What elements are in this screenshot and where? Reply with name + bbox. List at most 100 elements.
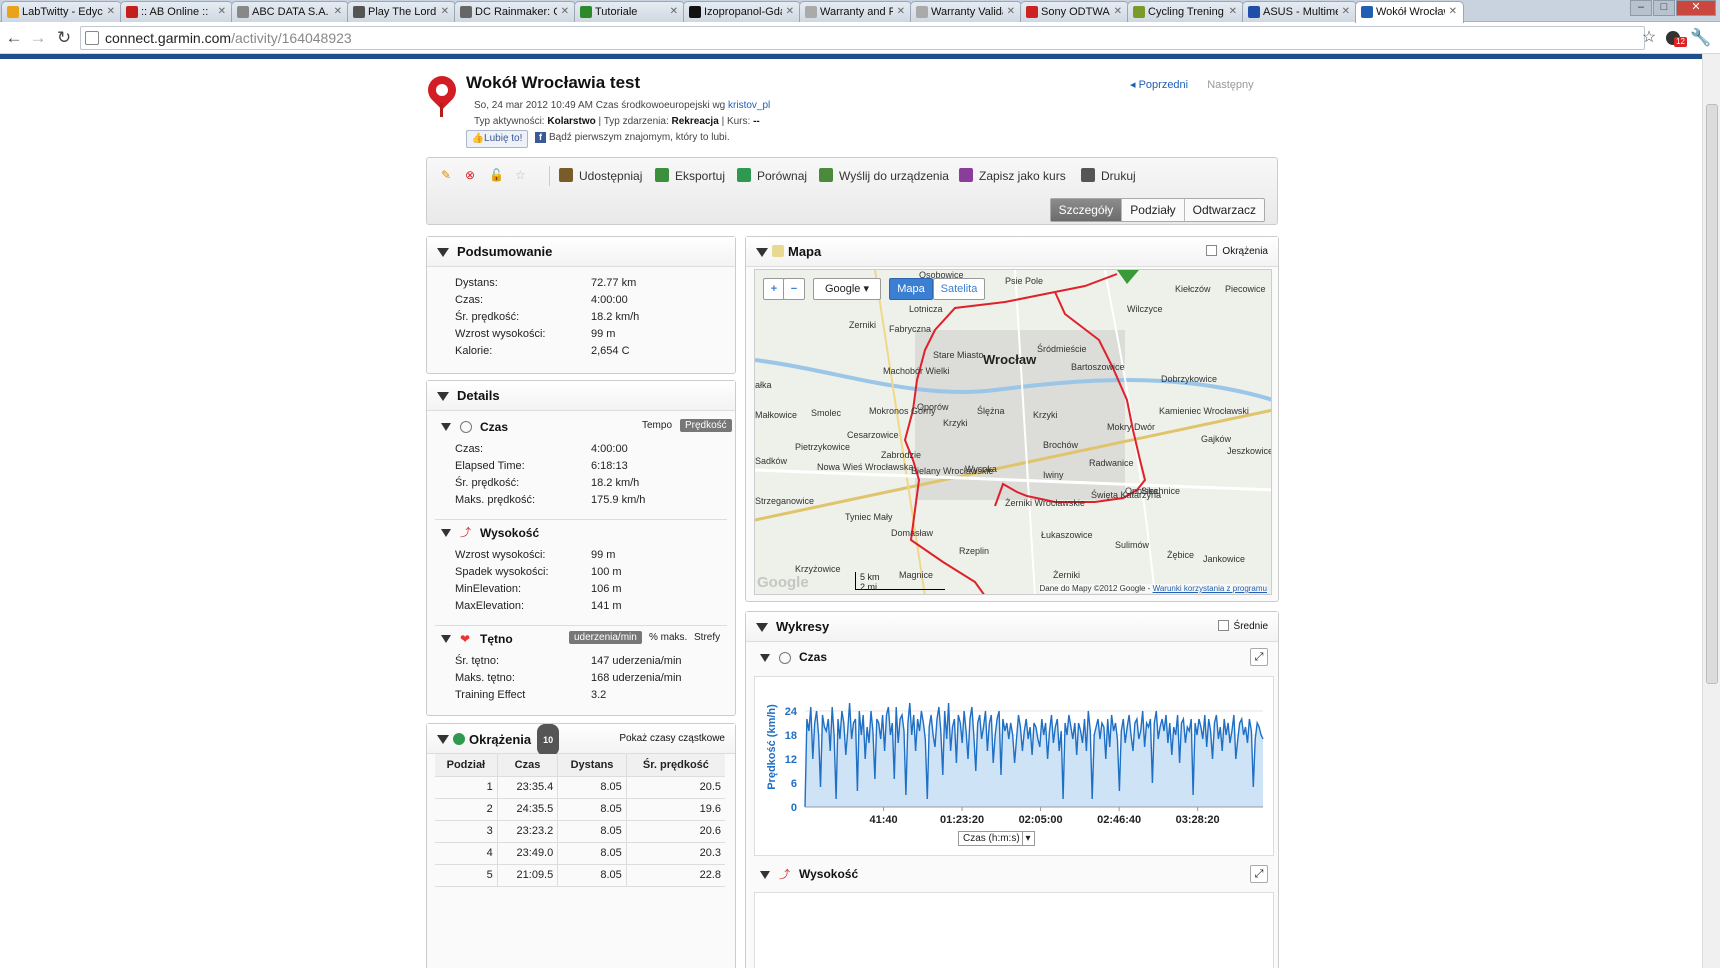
browser-tab[interactable]: Wokół Wrocławi ✕ xyxy=(1355,1,1464,23)
percent-max-toggle[interactable]: % maks. xyxy=(644,631,692,644)
address-bar[interactable]: connect.garmin.com/activity/164048923 xyxy=(80,26,1645,50)
collapse-triangle-icon[interactable] xyxy=(437,735,449,744)
column-header[interactable]: Dystans xyxy=(557,754,627,777)
tab-close-icon[interactable]: ✕ xyxy=(1114,2,1122,22)
tab-player[interactable]: Odtwarzacz xyxy=(1185,199,1264,221)
charts-header[interactable]: Wykresy Średnie xyxy=(746,612,1278,642)
laps-header[interactable]: Okrążenia 10 Pokaż czasy cząstkowe xyxy=(427,724,735,756)
collapse-triangle-icon[interactable] xyxy=(756,248,768,257)
x-axis-selector[interactable]: Czas (h:m:s) ▾ xyxy=(958,831,1036,846)
collapse-triangle-icon[interactable] xyxy=(756,623,768,632)
tab-close-icon[interactable]: ✕ xyxy=(786,2,794,22)
previous-link[interactable]: ◂ Poprzedni xyxy=(1130,79,1188,91)
zoom-out-button[interactable]: − xyxy=(783,278,805,300)
tab-close-icon[interactable]: ✕ xyxy=(1229,2,1237,22)
table-row[interactable]: 4 23:49.0 8.05 20.3 xyxy=(435,842,725,865)
tab-close-icon[interactable]: ✕ xyxy=(561,2,569,22)
export-button[interactable]: Eksportuj xyxy=(655,168,725,183)
route-map[interactable]: Osobowice Psie Pole Kiełczów Piecowice Wilcz… xyxy=(754,269,1272,595)
show-splits-link[interactable]: Pokaż czasy cząstkowe xyxy=(619,724,725,754)
tab-details[interactable]: Szczegóły xyxy=(1050,199,1123,221)
checkbox-box[interactable] xyxy=(1217,620,1229,631)
close-window-button[interactable]: ✕ xyxy=(1676,0,1716,16)
tab-close-icon[interactable]: ✕ xyxy=(218,2,226,22)
expand-icon[interactable]: ⤢ xyxy=(1250,865,1268,883)
details-header[interactable]: Details xyxy=(427,381,735,411)
map-provider-select[interactable]: Google ▾ xyxy=(813,278,881,300)
back-icon[interactable]: ← xyxy=(3,27,25,49)
maximize-button[interactable]: □ xyxy=(1653,0,1675,16)
browser-tab[interactable]: Tutoriale ✕ xyxy=(574,1,685,22)
bookmark-star-icon[interactable]: ☆ xyxy=(1638,27,1660,49)
favorite-star-icon[interactable]: ☆ xyxy=(515,168,526,182)
browser-tab[interactable]: Izopropanol-Gda ✕ xyxy=(683,1,801,22)
browser-tab[interactable]: DC Rainmaker: C ✕ xyxy=(454,1,576,22)
activity-title[interactable]: Wokół Wrocławia test xyxy=(466,73,640,93)
tab-close-icon[interactable]: ✕ xyxy=(670,2,678,22)
compare-button[interactable]: Porównaj xyxy=(737,168,807,183)
table-row[interactable]: 3 23:23.2 8.05 20.6 xyxy=(435,820,725,843)
share-button[interactable]: Udostępniaj xyxy=(559,168,642,183)
tab-close-icon[interactable]: ✕ xyxy=(1342,2,1350,22)
map-header[interactable]: Mapa Okrążenia xyxy=(746,237,1278,267)
browser-tab[interactable]: LabTwitty - Edyc ✕ xyxy=(1,1,122,22)
tab-close-icon[interactable]: ✕ xyxy=(441,2,449,22)
facebook-like-button[interactable]: 👍Lubię to! xyxy=(466,130,528,148)
collapse-triangle-icon[interactable] xyxy=(437,392,449,401)
forward-icon[interactable]: → xyxy=(27,27,49,49)
tab-close-icon[interactable]: ✕ xyxy=(107,2,115,22)
activity-type-value[interactable]: Kolarstwo xyxy=(547,116,595,127)
averages-checkbox[interactable]: Średnie xyxy=(1217,612,1268,642)
extension-icon[interactable]: 12 xyxy=(1662,27,1687,49)
tab-splits[interactable]: Podziały xyxy=(1122,199,1185,221)
vertical-scrollbar[interactable] xyxy=(1702,54,1720,968)
satellite-mode-button[interactable]: Satelita xyxy=(933,278,985,300)
browser-tab[interactable]: Cycling Trening ✕ xyxy=(1127,1,1244,22)
event-type-value[interactable]: Rekreacja xyxy=(672,116,719,127)
delete-icon[interactable]: ⊗ xyxy=(465,168,475,182)
activity-user-link[interactable]: kristov_pl xyxy=(728,100,770,111)
laps-checkbox[interactable]: Okrążenia xyxy=(1206,237,1268,267)
tab-close-icon[interactable]: ✕ xyxy=(334,2,342,22)
collapse-triangle-icon[interactable] xyxy=(437,248,449,257)
collapse-elevation-icon[interactable] xyxy=(441,529,451,537)
collapse-elevation-chart-icon[interactable] xyxy=(760,871,770,879)
table-row[interactable]: 2 24:35.5 8.05 19.6 xyxy=(435,798,725,821)
collapse-time-chart-icon[interactable] xyxy=(760,654,770,662)
table-row[interactable]: 5 21:09.5 8.05 22.8 xyxy=(435,864,725,887)
browser-tab[interactable]: ABC DATA S.A. ✕ xyxy=(231,1,349,22)
column-header[interactable]: Czas xyxy=(497,754,559,777)
tab-close-icon[interactable]: ✕ xyxy=(897,2,905,22)
browser-tab[interactable]: Warranty and Re ✕ xyxy=(799,1,912,22)
speed-toggle[interactable]: Prędkość xyxy=(680,419,732,432)
map-mode-button[interactable]: Mapa xyxy=(889,278,933,300)
map-terms-link[interactable]: Warunki korzystania z programu xyxy=(1153,584,1267,593)
zones-toggle[interactable]: Strefy xyxy=(689,631,725,644)
tempo-toggle[interactable]: Tempo xyxy=(637,419,677,432)
lock-icon[interactable]: 🔓 xyxy=(489,168,504,182)
browser-tab[interactable]: Warranty Validat ✕ xyxy=(910,1,1022,22)
collapse-time-icon[interactable] xyxy=(441,423,451,431)
browser-tab[interactable]: Sony ODTWARZ ✕ xyxy=(1020,1,1129,22)
expand-icon[interactable]: ⤢ xyxy=(1250,648,1268,666)
column-header[interactable]: Podział xyxy=(435,754,498,777)
edit-icon[interactable]: ✎ xyxy=(441,168,451,182)
browser-tab[interactable]: ASUS - Multime ✕ xyxy=(1242,1,1357,22)
browser-tab[interactable]: :: AB Online :: ✕ xyxy=(120,1,233,22)
tab-close-icon[interactable]: ✕ xyxy=(1007,2,1015,22)
send-to-device-button[interactable]: Wyślij do urządzenia xyxy=(819,168,949,183)
column-header[interactable]: Śr. prędkość xyxy=(626,754,725,777)
wrench-icon[interactable]: 🔧 xyxy=(1690,27,1712,49)
table-row[interactable]: 1 23:35.4 8.05 20.5 xyxy=(435,776,725,799)
print-button[interactable]: Drukuj xyxy=(1081,168,1136,183)
checkbox-box[interactable] xyxy=(1206,245,1218,256)
save-as-course-button[interactable]: Zapisz jako kurs xyxy=(959,168,1066,183)
browser-tab[interactable]: Play The Lord of ✕ xyxy=(347,1,456,22)
reload-icon[interactable]: ↻ xyxy=(53,27,75,49)
zoom-in-button[interactable]: + xyxy=(763,278,785,300)
bpm-toggle[interactable]: uderzenia/min xyxy=(569,631,642,644)
tab-close-icon[interactable]: ✕ xyxy=(1449,2,1457,22)
summary-header[interactable]: Podsumowanie xyxy=(427,237,735,267)
minimize-button[interactable]: – xyxy=(1630,0,1652,16)
collapse-heartrate-icon[interactable] xyxy=(441,635,451,643)
